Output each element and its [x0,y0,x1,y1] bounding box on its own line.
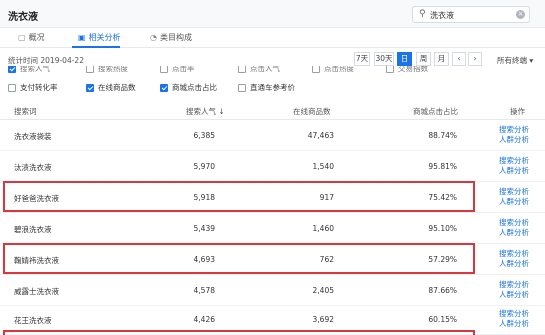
period-week-button[interactable]: 周 [416,52,431,66]
category-icon: ◔ [150,33,157,42]
terminal-select[interactable]: 所有终端 ▾ [497,55,533,66]
option-online-items[interactable]: 在线商品数 [86,82,136,93]
mall-click-ratio: 95.10% [428,224,457,233]
search-analysis-link[interactable]: 搜索分析 [499,309,529,319]
option-click-rate[interactable]: 点击率 [160,66,195,74]
next-period-button[interactable]: › [468,52,482,66]
crowd-analysis-link[interactable]: 人群分析 [499,290,529,300]
row-actions: 搜索分析 人群分析 [499,125,529,145]
mall-click-ratio: 87.66% [428,286,457,295]
metric-options-hidden-row: 搜索人气 搜索热度 点击率 点击人气 点击热度 交易指数 [0,66,545,74]
col-mall-click-ratio: 商城点击占比 [413,107,458,116]
crowd-analysis-link[interactable]: 人群分析 [499,197,529,207]
crowd-analysis-link[interactable]: 人群分析 [499,259,529,269]
option-trade-index[interactable]: 交易指数 [386,66,428,74]
mall-click-ratio: 88.74% [428,131,457,140]
row-actions: 搜索分析 人群分析 [499,156,529,176]
table-row: 威露士洗衣液 4,578 2,405 87.66% 搜索分析 人群分析 [0,275,545,306]
search-analysis-link[interactable]: 搜索分析 [499,156,529,166]
row-actions: 搜索分析 人群分析 [499,249,529,269]
online-items: 2,405 [312,286,334,295]
highlight-box [3,181,475,212]
period-month-button[interactable]: 月 [434,52,449,66]
online-items: 3,692 [312,315,334,324]
overview-icon: ▢ [18,33,26,42]
option-click-popularity[interactable]: 点击人气 [238,66,280,74]
online-items: 1,460 [312,224,334,233]
stat-time: 统计时间 2019-04-22 [8,56,84,65]
prev-period-button[interactable]: ‹ [452,52,466,66]
search-icon: ⚲ [419,9,426,19]
active-tab-indicator [72,46,120,48]
tab-category[interactable]: ◔ 类目构成 [150,32,192,43]
mall-click-ratio: 95.81% [428,162,457,171]
period-7d-button[interactable]: 7天 [354,52,370,66]
col-keyword: 搜索词 [14,107,37,116]
col-actions: 操作 [510,107,525,116]
period-day-button[interactable]: 日 [397,52,412,66]
option-pay-conversion[interactable]: 支付转化率 [8,82,58,93]
option-search-heat[interactable]: 搜索热度 [86,66,128,74]
search-analysis-link[interactable]: 搜索分析 [499,125,529,135]
popularity: 4,578 [193,286,215,295]
option-ztc-price[interactable]: 直通车参考价 [238,82,295,93]
clear-icon[interactable]: × [516,10,525,19]
keyword: 洗衣液袋装 [14,132,52,141]
option-mall-click-ratio[interactable]: 商城点击占比 [160,82,217,93]
page-title: 洗衣液 [8,12,38,23]
search-value: 洗衣液 [430,11,454,20]
popularity: 6,385 [193,131,215,140]
table-row: 碧浪洗衣液 5,439 1,460 95.10% 搜索分析 人群分析 [0,213,545,244]
tab-related-analysis[interactable]: ▣ 相关分析 [78,32,121,43]
crowd-analysis-link[interactable]: 人群分析 [499,166,529,176]
keyword: 花王洗衣液 [14,316,52,325]
table-row: 洗衣液袋装 6,385 47,463 88.74% 搜索分析 人群分析 [0,120,545,151]
row-actions: 搜索分析 人群分析 [499,280,529,300]
popularity: 5,439 [193,224,215,233]
row-actions: 搜索分析 人群分析 [499,187,529,207]
keyword: 碧浪洗衣液 [14,225,52,234]
option-search-popularity[interactable]: 搜索人气 [8,66,50,74]
table-header: 搜索词 搜索人气 ↓ 在线商品数 商城点击占比 操作 [0,100,545,120]
keyword: 汰渍洗衣液 [14,163,52,172]
mall-click-ratio: 60.15% [428,315,457,324]
search-input[interactable]: ⚲ 洗衣液 × [412,6,530,23]
top-bar: 洗衣液 ⚲ 洗衣液 × [0,0,545,28]
row-actions: 搜索分析 人群分析 [499,309,529,329]
col-online-items: 在线商品数 [293,107,331,116]
table-row: 汰渍洗衣液 5,970 1,540 95.81% 搜索分析 人群分析 [0,151,545,182]
search-analysis-link[interactable]: 搜索分析 [499,249,529,259]
online-items: 47,463 [307,131,334,140]
col-popularity[interactable]: 搜索人气 ↓ [186,106,225,117]
option-click-heat[interactable]: 点击热度 [312,66,354,74]
search-analysis-link[interactable]: 搜索分析 [499,187,529,197]
highlight-box [3,330,475,335]
crowd-analysis-link[interactable]: 人群分析 [499,135,529,145]
search-analysis-link[interactable]: 搜索分析 [499,280,529,290]
online-items: 1,540 [312,162,334,171]
row-actions: 搜索分析 人群分析 [499,218,529,238]
tab-overview[interactable]: ▢ 概况 [18,32,45,43]
crowd-analysis-link[interactable]: 人群分析 [499,228,529,238]
popularity: 4,426 [193,315,215,324]
search-analysis-link[interactable]: 搜索分析 [499,218,529,228]
keyword: 威露士洗衣液 [14,287,59,296]
related-icon: ▣ [78,33,86,42]
crowd-analysis-link[interactable]: 人群分析 [499,319,529,329]
highlight-box [3,243,475,274]
period-30d-button[interactable]: 30天 [374,52,394,66]
popularity: 5,970 [193,162,215,171]
tab-bar: ▢ 概况 ▣ 相关分析 ◔ 类目构成 [0,28,545,48]
